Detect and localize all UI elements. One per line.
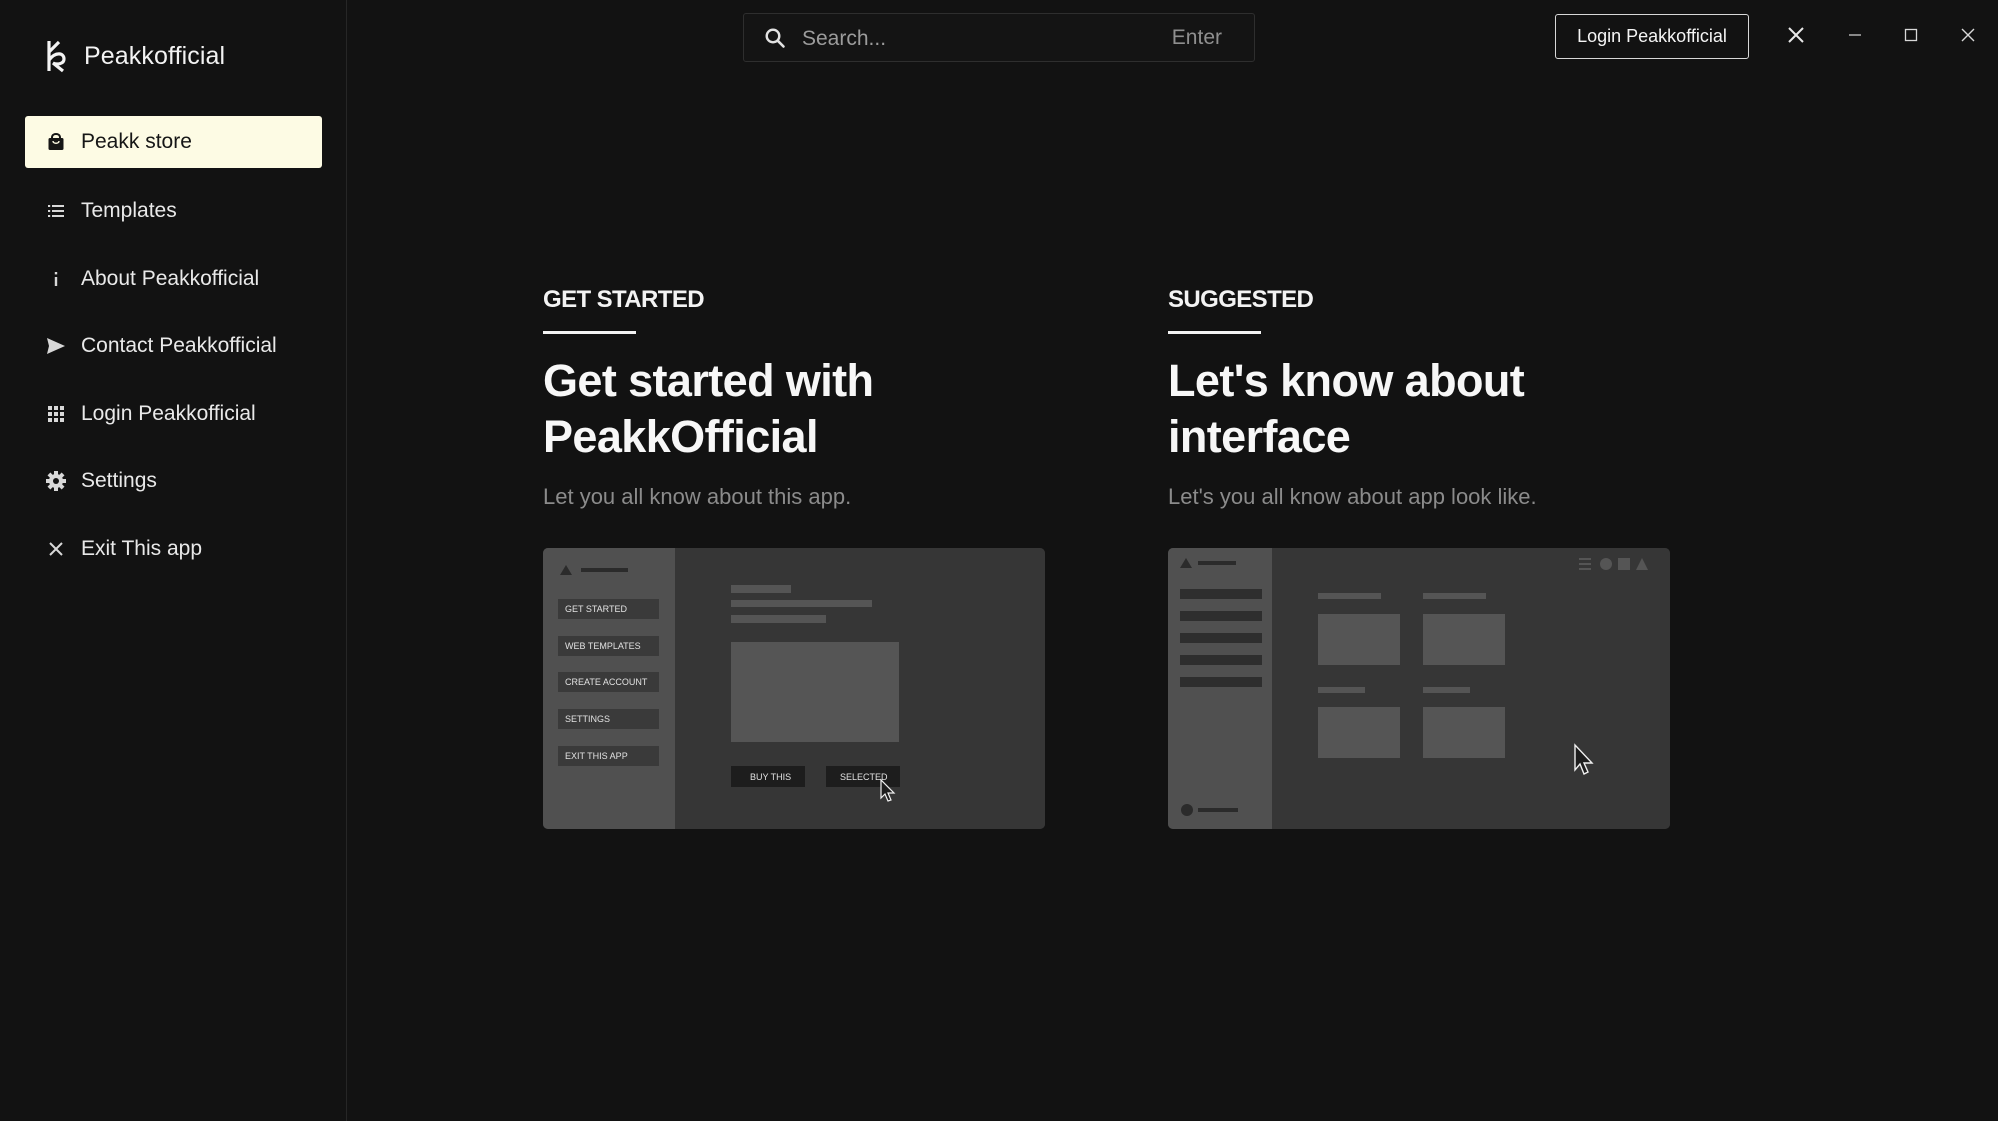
sidebar-item-contact[interactable]: Contact Peakkofficial [25, 320, 322, 372]
mock-menu-item: WEB TEMPLATES [565, 641, 641, 651]
mock-menu-item: SETTINGS [565, 714, 610, 724]
close-icon [1788, 27, 1804, 43]
sidebar-item-label: Templates [81, 199, 177, 222]
card-title: Let's know about interface [1168, 355, 1525, 462]
brand[interactable]: Peakkofficial [44, 34, 225, 78]
search-input[interactable] [800, 14, 1144, 63]
mock-buy-button: BUY THIS [750, 772, 791, 782]
sidebar-item-label: Exit This app [81, 537, 203, 560]
gear-icon [45, 470, 67, 492]
interface-preview-image[interactable] [1168, 548, 1670, 829]
sidebar-item-label: Settings [81, 469, 157, 492]
card-title: Get started with PeakkOfficial [543, 355, 874, 462]
sidebar-item-exit[interactable]: Exit This app [25, 523, 322, 575]
brand-name: Peakkofficial [84, 41, 226, 70]
card-subtitle: Let you all know about this app. [543, 484, 852, 509]
sidebar-item-settings[interactable]: Settings [25, 455, 322, 507]
login-button[interactable]: Login Peakkofficial [1555, 14, 1749, 59]
list-icon [45, 200, 67, 222]
sidebar: Peakkofficial Peakk store Templates Abou… [0, 0, 347, 1121]
maximize-icon [1904, 28, 1918, 42]
sidebar-item-label: Peakk store [81, 130, 192, 153]
sidebar-item-about[interactable]: About Peakkofficial [25, 253, 322, 305]
mock-menu-item: CREATE ACCOUNT [565, 677, 648, 687]
sidebar-item-peakk-store[interactable]: Peakk store [25, 116, 322, 168]
close-icon [45, 538, 67, 560]
search-bar[interactable]: Enter [743, 13, 1255, 63]
send-icon [45, 335, 67, 357]
shopping-bag-icon [45, 131, 67, 153]
peakk-logo-icon [47, 40, 66, 73]
mock-menu-item: GET STARTED [565, 604, 628, 614]
maximize-button[interactable] [1898, 22, 1924, 48]
close-panel-button[interactable] [1783, 22, 1809, 48]
card-eyebrow: GET STARTED [543, 286, 705, 313]
sidebar-item-templates[interactable]: Templates [25, 185, 322, 237]
grid-icon [45, 403, 67, 425]
eyebrow-underline [543, 331, 636, 334]
window-close-icon [1961, 28, 1975, 42]
card-subtitle: Let's you all know about app look like. [1168, 484, 1537, 509]
search-icon [765, 28, 785, 48]
mock-menu-item: EXIT THIS APP [565, 751, 628, 761]
sidebar-item-label: Login Peakkofficial [81, 402, 256, 425]
minimize-button[interactable] [1842, 22, 1868, 48]
search-enter-hint: Enter [1171, 26, 1222, 49]
window-close-button[interactable] [1955, 22, 1981, 48]
eyebrow-underline [1168, 331, 1261, 334]
app-window: Peakkofficial Peakk store Templates Abou… [0, 0, 1998, 1121]
info-icon [45, 268, 67, 290]
minimize-icon [1849, 34, 1861, 36]
sidebar-item-label: About Peakkofficial [81, 267, 260, 290]
card-eyebrow: SUGGESTED [1168, 286, 1314, 313]
sidebar-item-login[interactable]: Login Peakkofficial [25, 388, 322, 440]
get-started-preview-image[interactable]: GET STARTED WEB TEMPLATES CREATE ACCOUNT… [543, 548, 1045, 829]
sidebar-item-label: Contact Peakkofficial [81, 334, 277, 357]
